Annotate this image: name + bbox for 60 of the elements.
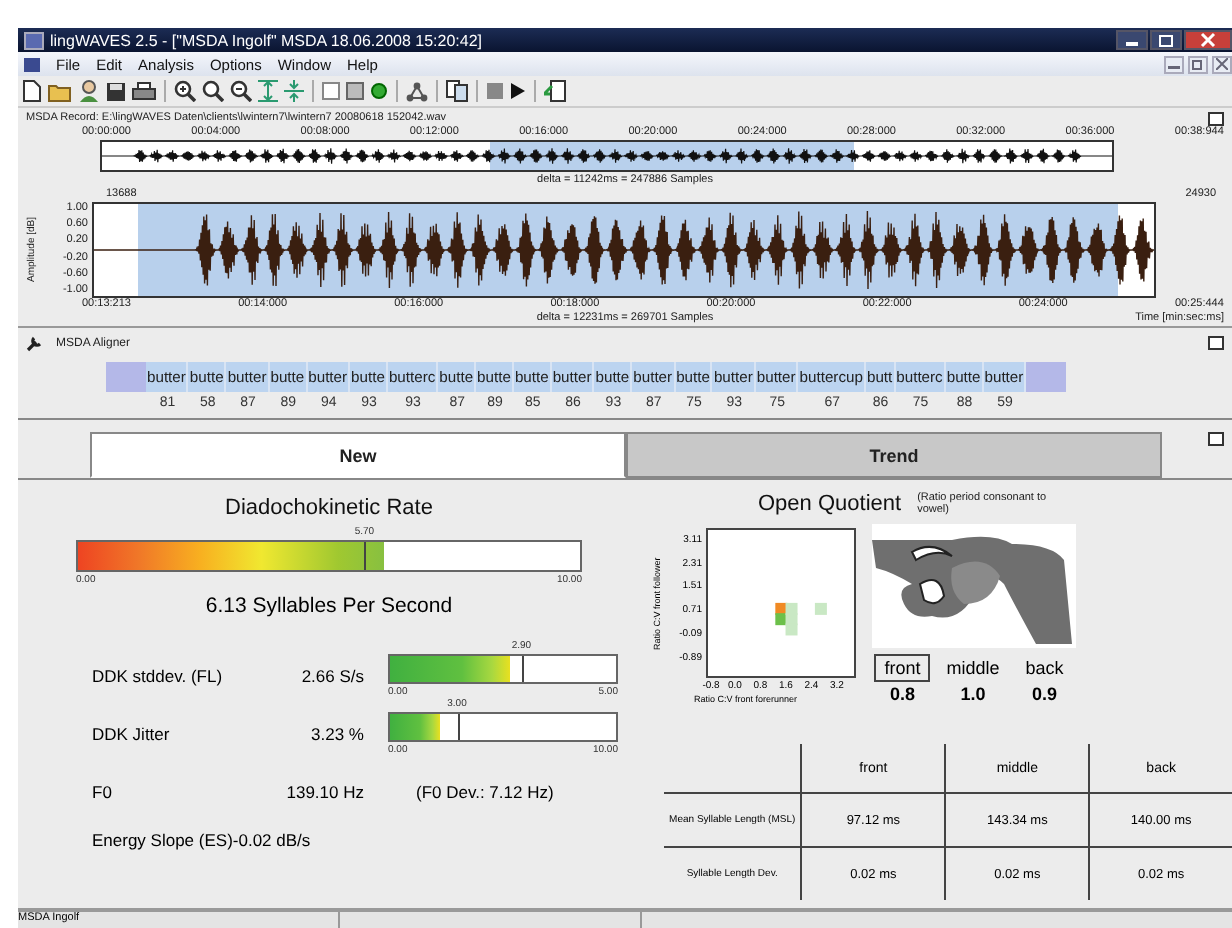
print-icon[interactable] — [132, 81, 156, 101]
marker-line — [521, 655, 524, 681]
close-button[interactable] — [1212, 55, 1232, 73]
segment-padding — [106, 362, 146, 392]
section-title: Diadochokinetic Rate — [225, 496, 433, 520]
window-title: lingWAVES 2.5 - ["MSDA Ingolf" MSDA 18.06.2008 15:20:42] — [50, 31, 483, 49]
tab[interactable]: New — [90, 432, 626, 478]
measure-label: DDK Jitter — [92, 723, 172, 743]
new-file-icon[interactable] — [22, 80, 42, 102]
play-icon[interactable] — [510, 82, 526, 100]
measure-value: 2.66 S/s — [299, 665, 364, 685]
panel-toggle-icon[interactable] — [1208, 432, 1224, 446]
segment-padding — [1026, 362, 1067, 392]
energy-slope-text: Energy Slope (ES)-0.02 dB/s — [92, 830, 313, 850]
section-title: Open Quotient — [758, 492, 902, 516]
app-icon — [24, 31, 44, 49]
network-icon[interactable] — [406, 81, 428, 101]
marker-line — [364, 542, 367, 570]
zoom-in-icon[interactable] — [174, 80, 196, 102]
position-value: 1.0 — [960, 684, 986, 704]
position-option[interactable]: back — [1015, 654, 1074, 682]
wrench-icon — [26, 334, 44, 352]
result-text: 6.13 Syllables Per Second — [205, 594, 453, 618]
position-value: 0.9 — [1032, 684, 1058, 704]
restore-button[interactable] — [1188, 55, 1208, 73]
minimize-button[interactable] — [1164, 55, 1184, 73]
export-icon[interactable] — [544, 80, 566, 102]
panel-toggle-icon[interactable] — [1208, 112, 1224, 126]
document-icon — [24, 57, 40, 71]
position-value: 0.8 — [889, 684, 915, 704]
tab[interactable]: Trend — [626, 432, 1162, 478]
measure-note: (F0 Dev.: 7.12 Hz) — [416, 781, 554, 801]
person-icon[interactable] — [78, 80, 100, 102]
zoom-out-icon[interactable] — [230, 80, 252, 102]
stop-icon[interactable] — [486, 82, 504, 100]
measure-value: 139.10 Hz — [284, 781, 364, 801]
circle-icon[interactable] — [370, 82, 388, 100]
close-icon — [1216, 58, 1228, 70]
folder-icon[interactable] — [48, 81, 72, 101]
waveform[interactable] — [92, 202, 1156, 298]
marker-line — [457, 713, 460, 739]
close-button[interactable] — [1184, 30, 1232, 50]
square-icon[interactable] — [322, 82, 340, 100]
position-option[interactable]: front — [874, 654, 931, 682]
maximize-icon — [1158, 33, 1174, 47]
overview-waveform[interactable] — [100, 140, 1114, 172]
save-icon[interactable] — [106, 81, 126, 101]
copy-icon[interactable] — [446, 80, 468, 102]
collapse-vertical-icon[interactable] — [284, 80, 304, 102]
measure-label: F0 — [92, 781, 114, 801]
close-icon — [1200, 32, 1216, 48]
square-icon[interactable] — [346, 82, 364, 100]
panel-toggle-icon[interactable] — [1208, 336, 1224, 350]
zoom-icon[interactable] — [202, 80, 224, 102]
measure-label: DDK stddev. (FL) — [92, 665, 225, 685]
position-option[interactable]: middle — [936, 654, 1010, 682]
minimize-button[interactable] — [1116, 30, 1148, 50]
restore-icon — [1192, 58, 1204, 70]
measure-value: 3.23 % — [309, 723, 364, 743]
maximize-button[interactable] — [1150, 30, 1182, 50]
